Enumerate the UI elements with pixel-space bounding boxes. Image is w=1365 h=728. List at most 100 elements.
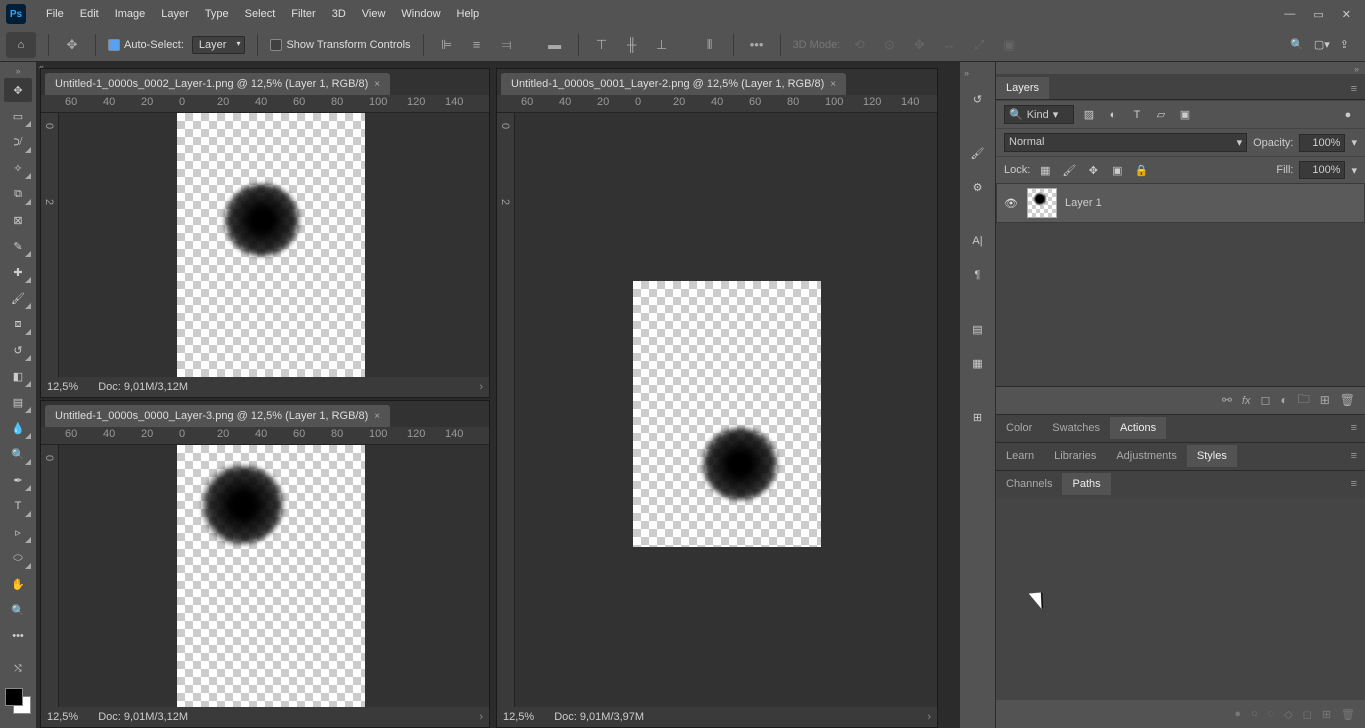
info-panel-icon[interactable]: ▦ [965, 350, 991, 376]
stroke-path-icon[interactable]: ○ [1251, 708, 1258, 720]
brush-tool[interactable]: 🖌 [4, 286, 32, 310]
filter-smart-icon[interactable]: ▣ [1176, 106, 1194, 124]
blur-tool[interactable]: 💧 [4, 416, 32, 440]
doc1-zoom[interactable]: 12,5% [47, 381, 78, 393]
menu-layer[interactable]: Layer [153, 4, 197, 24]
menu-3d[interactable]: 3D [324, 4, 354, 24]
group2-menu-icon[interactable]: ≡ [1343, 446, 1365, 466]
layers-tab[interactable]: Layers [996, 77, 1049, 99]
layer-mask-icon[interactable]: ◻ [1260, 393, 1270, 407]
doc2-info[interactable]: Doc: 9,01M/3,97M [554, 711, 644, 723]
marquee-tool[interactable]: ▭ [4, 104, 32, 128]
menu-view[interactable]: View [354, 4, 394, 24]
menu-select[interactable]: Select [237, 4, 284, 24]
minimize-icon[interactable]: — [1284, 8, 1295, 21]
history-brush-tool[interactable]: ↺ [4, 338, 32, 362]
auto-select-dropdown[interactable]: Layer [192, 36, 246, 54]
align-left-icon[interactable]: ⊫ [436, 34, 458, 56]
menu-image[interactable]: Image [107, 4, 154, 24]
group1-menu-icon[interactable]: ≡ [1343, 418, 1365, 438]
filter-pixel-icon[interactable]: ▨ [1080, 106, 1098, 124]
filter-adjust-icon[interactable]: ◐ [1104, 106, 1122, 124]
maximize-icon[interactable]: ▭ [1313, 8, 1323, 21]
home-button[interactable]: ⌂ [6, 32, 36, 58]
fill-path-icon[interactable]: ● [1234, 708, 1241, 720]
learn-tab[interactable]: Learn [996, 445, 1044, 467]
align-bottom-icon[interactable]: ⊥ [651, 34, 673, 56]
fill-dropdown-icon[interactable]: ▾ [1351, 164, 1357, 177]
history-panel-icon[interactable]: ↺ [965, 86, 991, 112]
toolbox-expand-icon[interactable]: » [15, 66, 20, 76]
color-tab[interactable]: Color [996, 417, 1042, 439]
adjustments-tab[interactable]: Adjustments [1106, 445, 1187, 467]
3d-slide-icon[interactable]: ↔ [938, 34, 960, 56]
doc3-ruler-v[interactable]: 0 [41, 445, 59, 707]
doc1-tab[interactable]: Untitled-1_0000s_0002_Layer-1.png @ 12,5… [45, 73, 390, 95]
opacity-dropdown-icon[interactable]: ▾ [1351, 136, 1357, 149]
doc3-zoom[interactable]: 12,5% [47, 711, 78, 723]
lock-artboard-icon[interactable]: ▣ [1108, 161, 1126, 179]
align-center-h-icon[interactable]: ≡ [466, 34, 488, 56]
lasso-tool[interactable]: ⟉ [4, 130, 32, 154]
3d-camera-icon[interactable]: ▣ [998, 34, 1020, 56]
lock-image-icon[interactable]: 🖌 [1060, 161, 1078, 179]
menu-file[interactable]: File [38, 4, 72, 24]
doc2-ruler-v[interactable]: 02 [497, 113, 515, 707]
fill-input[interactable]: 100% [1299, 161, 1345, 179]
doc1-ruler-h[interactable]: 604020020406080100120140 [41, 95, 489, 113]
menu-edit[interactable]: Edit [72, 4, 107, 24]
panel-dock-expand-icon[interactable]: » [1354, 64, 1359, 74]
doc2-zoom[interactable]: 12,5% [503, 711, 534, 723]
share-icon[interactable]: ⇪ [1340, 38, 1349, 51]
doc2-close-icon[interactable]: × [830, 79, 836, 90]
brush-panel-icon[interactable]: 🖌 [965, 140, 991, 166]
layers-panel-menu-icon[interactable]: ≡ [1343, 79, 1365, 99]
clone-stamp-tool[interactable]: ⧈ [4, 312, 32, 336]
actions-tab[interactable]: Actions [1110, 417, 1166, 439]
pen-tool[interactable]: ✒ [4, 468, 32, 492]
layer-name[interactable]: Layer 1 [1065, 197, 1102, 209]
layer-thumbnail[interactable] [1027, 188, 1057, 218]
filter-toggle-icon[interactable]: ● [1339, 106, 1357, 124]
workspace-switcher-icon[interactable]: ▢▾ [1314, 38, 1330, 51]
filter-kind-select[interactable]: 🔍 Kind ▾ [1004, 105, 1074, 124]
doc2-ruler-h[interactable]: 604020020406080100120140 [497, 95, 937, 113]
doc3-close-icon[interactable]: × [374, 411, 380, 422]
styles-tab[interactable]: Styles [1187, 445, 1237, 467]
foreground-color[interactable] [5, 688, 23, 706]
eyedropper-tool[interactable]: ✎ [4, 234, 32, 258]
layer-row[interactable]: 👁 Layer 1 [996, 183, 1365, 223]
layer-comps-icon[interactable]: ⊞ [965, 404, 991, 430]
doc1-close-icon[interactable]: × [374, 79, 380, 90]
eraser-tool[interactable]: ◧ [4, 364, 32, 388]
move-tool[interactable]: ✥ [4, 78, 32, 102]
layer-visibility-icon[interactable]: 👁 [1003, 197, 1019, 210]
character-panel-icon[interactable]: A| [965, 228, 991, 254]
delete-path-icon[interactable]: 🗑 [1341, 708, 1355, 721]
paths-panel-body[interactable] [996, 498, 1365, 701]
align-center-v-icon[interactable]: ╫ [621, 34, 643, 56]
shape-tool[interactable]: ⬭ [4, 546, 32, 570]
path-mask-icon[interactable]: ◻ [1303, 708, 1312, 721]
brush-settings-icon[interactable]: ⚙ [965, 174, 991, 200]
close-icon[interactable]: ✕ [1342, 8, 1351, 21]
crop-tool[interactable]: ⧉ [4, 182, 32, 206]
doc2-info-caret-icon[interactable]: › [927, 711, 931, 723]
doc2-canvas[interactable] [515, 113, 937, 707]
doc3-info-caret-icon[interactable]: › [479, 711, 483, 723]
edit-toolbar-icon[interactable]: ••• [4, 624, 32, 648]
doc2-tab[interactable]: Untitled-1_0000s_0001_Layer-2.png @ 12,5… [501, 73, 846, 95]
doc1-canvas[interactable] [59, 113, 489, 377]
3d-orbit-icon[interactable]: ⟲ [848, 34, 870, 56]
libraries-tab[interactable]: Libraries [1044, 445, 1106, 467]
3d-pan-icon[interactable]: ✥ [908, 34, 930, 56]
link-layers-icon[interactable]: ⚯ [1222, 393, 1232, 407]
dock-expand-icon[interactable]: » [964, 68, 969, 78]
swatches-tab[interactable]: Swatches [1042, 417, 1110, 439]
3d-roll-icon[interactable]: ⊙ [878, 34, 900, 56]
more-options-icon[interactable]: ••• [746, 34, 768, 56]
properties-panel-icon[interactable]: ▤ [965, 316, 991, 342]
align-top-icon[interactable]: ⊤ [591, 34, 613, 56]
doc3-ruler-h[interactable]: 604020020406080100120140 [41, 427, 489, 445]
filter-type-icon[interactable]: T [1128, 106, 1146, 124]
